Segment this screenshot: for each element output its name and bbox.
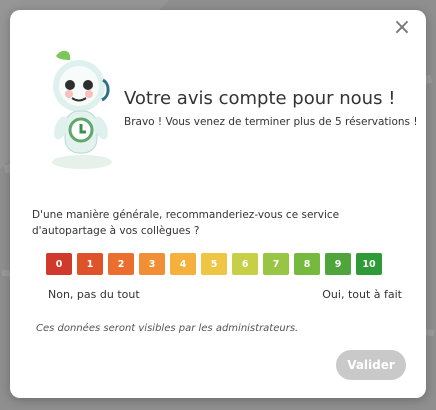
robot-mascot-icon [52,50,112,169]
nps-score-button-7[interactable]: 7 [263,253,289,275]
nps-score-button-5[interactable]: 5 [201,253,227,275]
close-icon[interactable]: × [392,17,412,39]
privacy-note: Ces données seront visibles par les admi… [36,323,299,334]
nps-score-button-3[interactable]: 3 [139,253,165,275]
nps-score-button-0[interactable]: 0 [46,253,72,275]
nps-score-button-8[interactable]: 8 [294,253,320,275]
validate-button[interactable]: Valider [336,350,406,380]
nps-score-button-9[interactable]: 9 [325,253,351,275]
nps-score-button-2[interactable]: 2 [108,253,134,275]
nps-score-button-4[interactable]: 4 [170,253,196,275]
nps-score-button-10[interactable]: 10 [356,253,382,275]
scale-max-label: Oui, tout à fait [322,288,402,301]
nps-score-button-6[interactable]: 6 [232,253,258,275]
survey-question: D'une manière générale, recommanderiez-v… [32,209,340,237]
scale-min-label: Non, pas du tout [48,288,140,301]
nps-scale: 0 1 2 3 4 5 6 7 8 9 10 [46,253,390,275]
dialog-title: Votre avis compte pour nous ! [124,88,396,109]
nps-score-button-1[interactable]: 1 [77,253,103,275]
dialog-subtitle: Bravo ! Vous venez de terminer plus de 5… [124,116,418,128]
feedback-modal: × Votre avis compte pour nous ! Bravo ! … [10,10,426,398]
